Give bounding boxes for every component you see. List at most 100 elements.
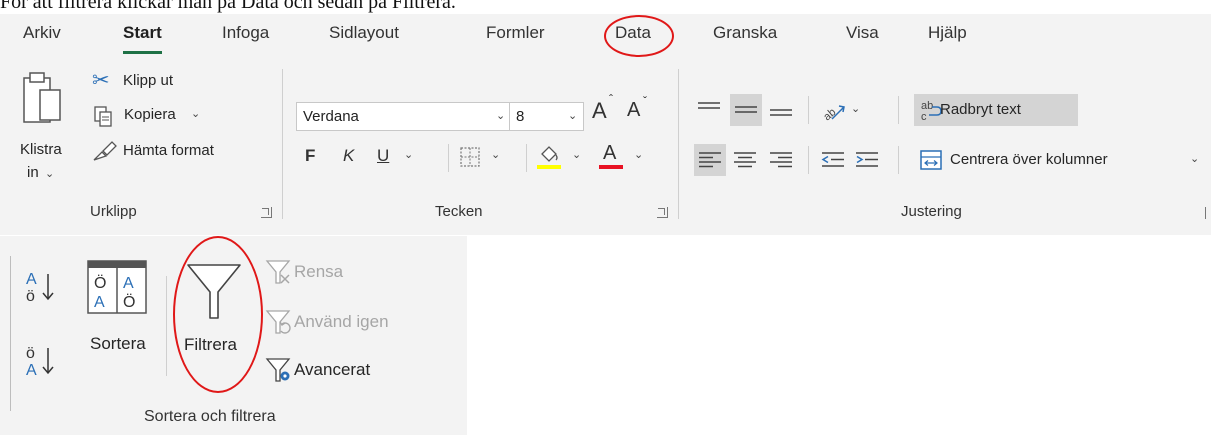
svg-text:Ö: Ö [123, 293, 135, 311]
svg-text:c: c [921, 111, 927, 123]
sort-filter-panel: A ö ö A Ö A A Ö Sortera Filtrera Rensa A… [0, 236, 467, 435]
svg-text:A: A [26, 271, 37, 288]
orientation-icon: ab [820, 100, 846, 123]
up-caret-icon: ˆ [609, 92, 613, 106]
align-left-button[interactable] [694, 144, 726, 176]
shrink-font-glyph: A [627, 99, 641, 121]
tab-granska[interactable]: Granska [711, 23, 779, 43]
instruction-caption: För att filtrera klickar man på Data och… [0, 0, 456, 13]
tab-data[interactable]: Data [604, 15, 674, 57]
font-size-box[interactable]: 8 ⌄ [510, 102, 584, 131]
svg-text:A: A [94, 294, 105, 311]
italic-glyph: K [343, 146, 355, 165]
funnel-reapply-icon [265, 309, 292, 335]
italic-button[interactable]: K [338, 144, 364, 172]
filter-highlight-annotation [173, 236, 263, 393]
align-middle-button[interactable] [730, 94, 762, 126]
tab-hjalp[interactable]: Hjälp [926, 23, 969, 43]
format-painter-button[interactable]: Hämta format [92, 140, 252, 166]
bold-glyph: F [305, 146, 316, 165]
align-top-button[interactable] [694, 94, 724, 126]
sort-label: Sortera [90, 334, 146, 353]
format-painter-label: Hämta format [123, 142, 214, 159]
svg-text:A: A [123, 275, 134, 292]
copy-chevron-icon: ⌄ [191, 108, 201, 120]
separator [282, 69, 283, 219]
align-center-button[interactable] [730, 144, 760, 176]
copy-icon [94, 106, 112, 128]
fill-chevron-icon: ⌄ [572, 149, 582, 161]
font-launcher-icon[interactable] [657, 207, 668, 218]
font-name-box[interactable]: Verdana ⌄ [296, 102, 510, 131]
separator [10, 256, 11, 411]
paste-button[interactable]: Klistra in ⌄ [14, 66, 78, 201]
decrease-indent-icon [821, 152, 844, 168]
grow-font-glyph: A [592, 98, 607, 123]
increase-indent-button[interactable] [852, 144, 884, 176]
font-name-chevron-icon: ⌄ [496, 110, 506, 122]
wrap-text-button[interactable]: ab c Radbryt text [914, 94, 1078, 126]
ribbon-tabs: Arkiv Start Infoga Sidlayout Formler Dat… [0, 14, 1211, 58]
orientation-button[interactable]: ab ⌄ [818, 94, 874, 126]
grow-font-button[interactable]: A ˆ [590, 92, 620, 128]
underline-glyph: U [377, 146, 390, 165]
group-label-sort-filter: Sortera och filtrera [144, 408, 276, 425]
tab-start[interactable]: Start [121, 23, 164, 54]
borders-button[interactable]: ⌄ [458, 144, 518, 172]
funnel-advanced-icon [265, 357, 292, 383]
down-caret-icon: ˇ [643, 94, 647, 108]
reapply-label: Använd igen [294, 312, 389, 331]
align-right-button[interactable] [766, 144, 796, 176]
svg-text:ö: ö [26, 345, 35, 362]
fill-color-button[interactable]: ⌄ [537, 142, 591, 174]
svg-text:Ö: Ö [94, 274, 106, 292]
advanced-label: Avancerat [294, 360, 371, 379]
sort-button[interactable]: Ö A A Ö Sortera [78, 256, 158, 386]
funnel-clear-icon [265, 259, 292, 285]
orientation-chevron-icon: ⌄ [851, 103, 861, 115]
increase-indent-icon [856, 152, 878, 168]
copy-button[interactable]: Kopiera ⌄ [92, 103, 232, 129]
tab-formler[interactable]: Formler [484, 23, 547, 43]
paste-icon [20, 68, 68, 134]
tab-sidlayout[interactable]: Sidlayout [327, 23, 401, 43]
paste-label-2: in [27, 164, 39, 181]
copy-label: Kopiera [124, 106, 176, 123]
shrink-font-button[interactable]: A ˇ [625, 94, 655, 128]
tab-infoga[interactable]: Infoga [220, 23, 271, 43]
cut-button[interactable]: ✂ Klipp ut [92, 69, 232, 96]
decrease-indent-button[interactable] [818, 144, 850, 176]
merge-center-button[interactable]: Centrera över kolumner ⌄ [914, 144, 1204, 176]
clear-filter-button[interactable]: Rensa [265, 258, 426, 288]
font-color-chevron-icon: ⌄ [634, 149, 644, 161]
tab-visa[interactable]: Visa [844, 23, 881, 43]
ribbon: Arkiv Start Infoga Sidlayout Formler Dat… [0, 14, 1211, 235]
alignment-launcher-edge [1205, 207, 1206, 219]
reapply-button[interactable]: Använd igen [265, 308, 446, 338]
clipboard-launcher-icon[interactable] [261, 207, 272, 218]
sort-az-button[interactable]: A ö [22, 266, 68, 306]
sort-za-icon: ö A [24, 342, 64, 379]
font-color-button[interactable]: A ⌄ [599, 142, 653, 174]
cut-label: Klipp ut [123, 72, 174, 89]
tab-arkiv[interactable]: Arkiv [21, 23, 63, 43]
align-top-icon [698, 101, 720, 119]
align-right-icon [770, 152, 792, 168]
wrap-icon: ab c [920, 98, 942, 123]
underline-button[interactable]: U ⌄ [372, 144, 428, 172]
font-size-chevron-icon: ⌄ [568, 110, 578, 122]
align-bottom-button[interactable] [766, 94, 796, 126]
borders-icon [460, 147, 480, 167]
underline-chevron-icon: ⌄ [404, 149, 414, 161]
merge-icon [920, 150, 942, 170]
font-name-value: Verdana [303, 108, 359, 125]
scissors-icon: ✂ [92, 69, 110, 92]
align-bottom-icon [770, 107, 792, 121]
borders-chevron-icon: ⌄ [491, 149, 501, 161]
svg-text:A: A [26, 362, 37, 379]
bold-button[interactable]: F [300, 144, 326, 172]
separator [898, 146, 899, 174]
sort-za-button[interactable]: ö A [22, 340, 68, 380]
advanced-filter-button[interactable]: Avancerat [265, 356, 426, 386]
sort-dialog-icon: Ö A A Ö [87, 260, 147, 316]
